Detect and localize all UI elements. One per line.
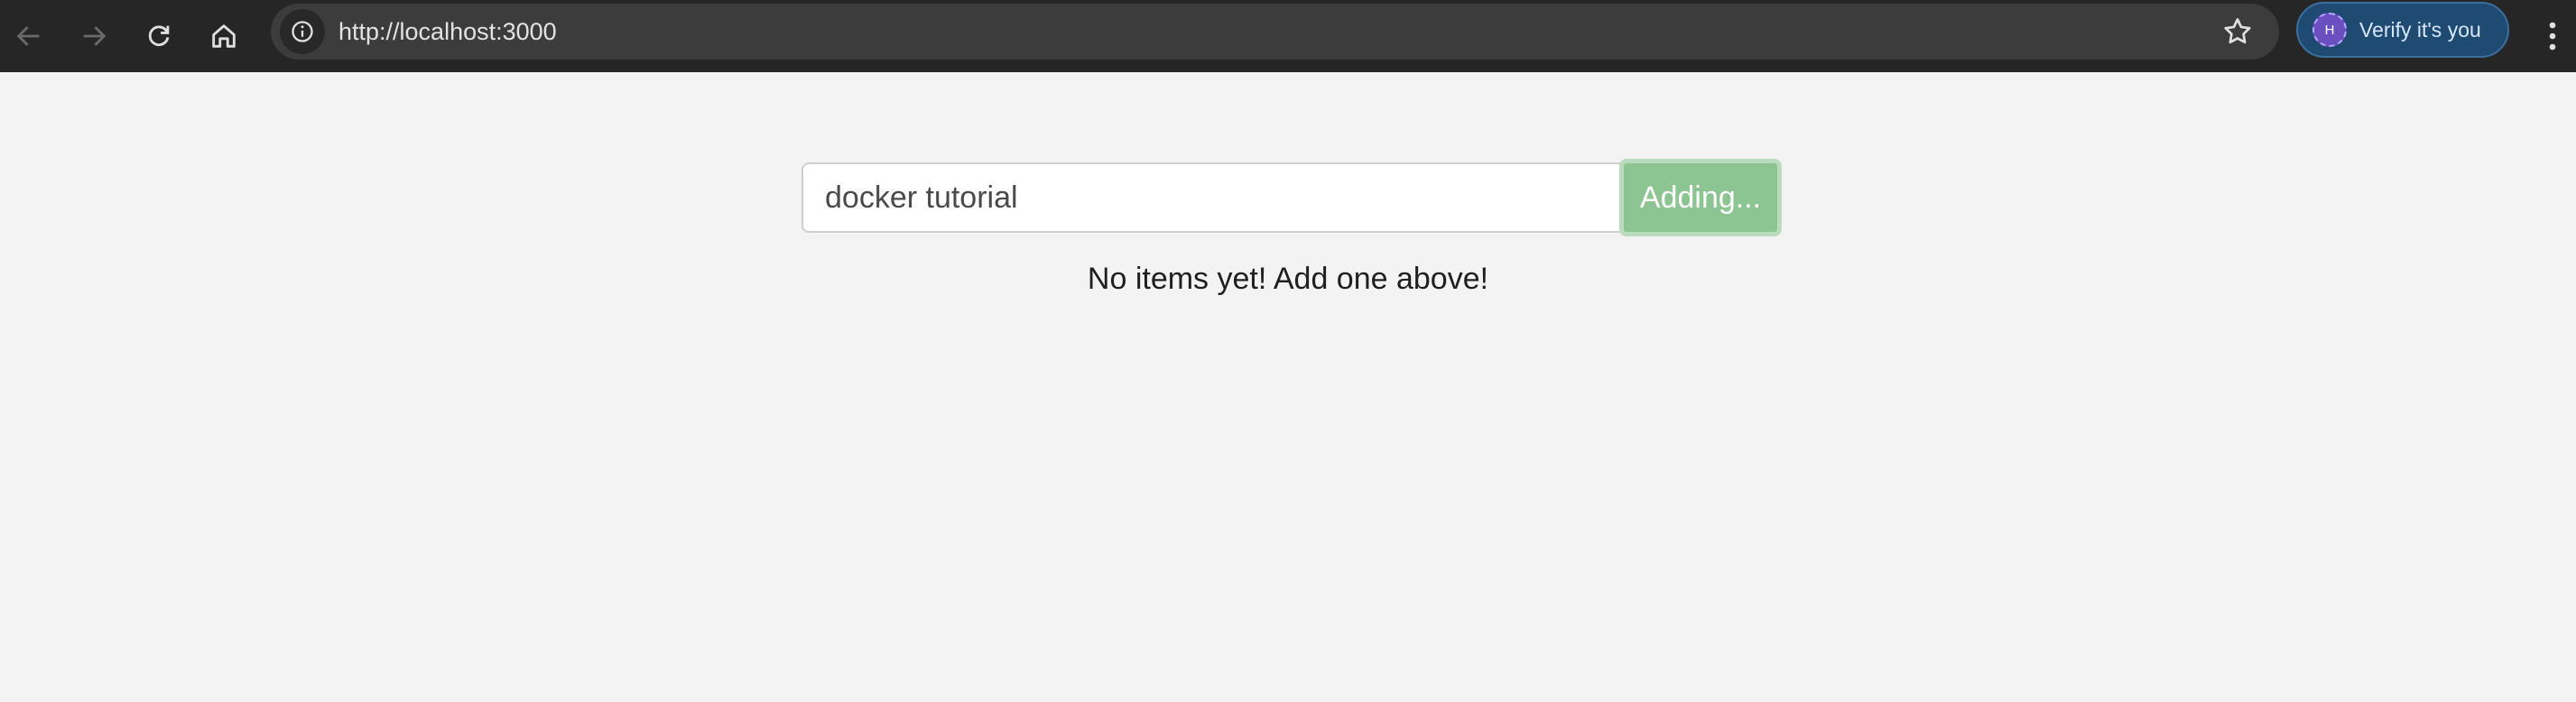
- star-icon[interactable]: [2221, 15, 2254, 48]
- add-item-button[interactable]: Adding...: [1619, 159, 1782, 236]
- reload-button[interactable]: [134, 11, 184, 61]
- add-item-form: Adding...: [802, 159, 1782, 236]
- empty-list-message: No items yet! Add one above!: [1087, 262, 1489, 296]
- home-button[interactable]: [199, 11, 249, 61]
- arrow-left-icon: [16, 26, 40, 46]
- arrow-right-icon: [83, 26, 107, 46]
- back-button[interactable]: [4, 11, 54, 61]
- kebab-menu-icon: [2549, 22, 2556, 51]
- url-text[interactable]: http://localhost:3000: [338, 4, 557, 60]
- site-info-button[interactable]: [280, 9, 325, 54]
- forward-button[interactable]: [69, 11, 119, 61]
- verify-profile-button[interactable]: H Verify it's you: [2296, 2, 2509, 58]
- verify-label: Verify it's you: [2359, 17, 2481, 42]
- address-bar[interactable]: http://localhost:3000: [271, 4, 2279, 60]
- new-item-input[interactable]: [802, 162, 1623, 233]
- browser-toolbar: http://localhost:3000 H Verify it's you: [0, 0, 2576, 72]
- home-icon: [212, 24, 236, 48]
- browser-menu-button[interactable]: [2534, 11, 2571, 61]
- info-icon: [292, 21, 313, 42]
- reload-icon: [148, 25, 170, 47]
- avatar: H: [2312, 13, 2347, 47]
